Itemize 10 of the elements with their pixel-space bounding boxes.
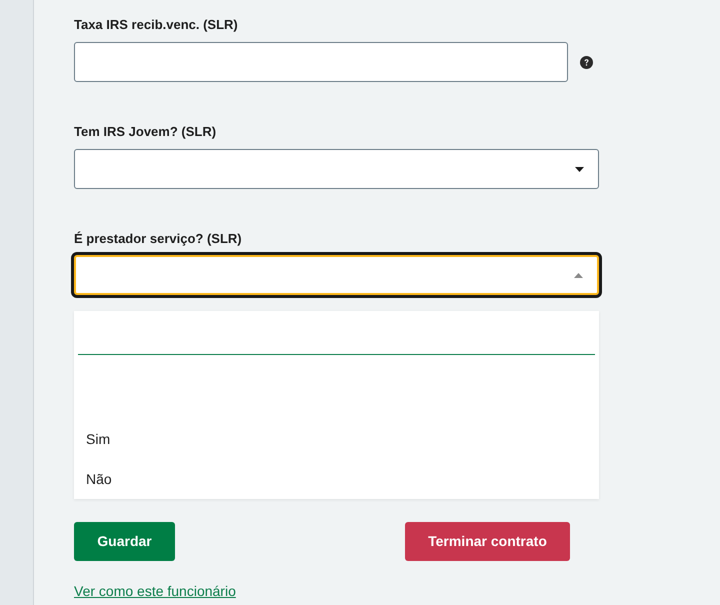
field-label: É prestador serviço? (SLR) <box>74 230 242 248</box>
field-label: Tem IRS Jovem? (SLR) <box>74 123 216 141</box>
view-as-employee-link[interactable]: Ver como este funcionário <box>74 581 236 602</box>
help-icon[interactable] <box>580 56 593 68</box>
select-field[interactable] <box>74 255 599 295</box>
save-button[interactable]: Guardar <box>74 522 175 561</box>
select-field[interactable] <box>74 149 599 189</box>
terminate-button[interactable]: Terminar contrato <box>405 522 570 561</box>
text-input[interactable] <box>74 42 568 82</box>
field-label: Taxa IRS recib.venc. (SLR) <box>74 16 238 34</box>
